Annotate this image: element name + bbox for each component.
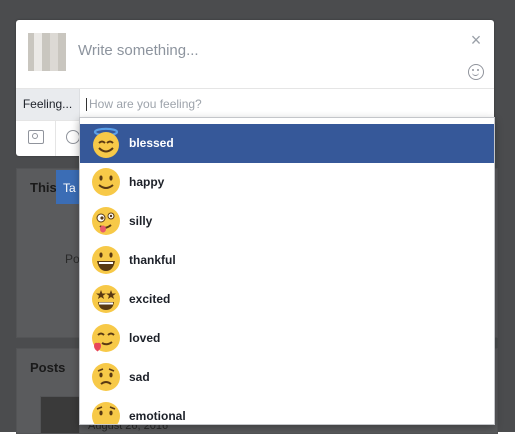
feeling-option-label: happy: [129, 175, 165, 189]
emoji-icon[interactable]: [66, 130, 80, 144]
text-cursor: [86, 98, 87, 112]
posts-heading: Posts: [30, 360, 66, 375]
post-avatar: [40, 396, 80, 434]
feeling-search-placeholder: How are you feeling?: [89, 97, 202, 111]
composer-text-input[interactable]: Write something...: [78, 42, 199, 59]
sad-emoji-icon: [92, 363, 120, 391]
excited-emoji-icon: [92, 285, 120, 313]
blessed-emoji-icon: [93, 127, 119, 158]
feeling-option-excited[interactable]: excited: [80, 280, 494, 319]
feeling-dropdown: blessed happy silly thankful excited lov…: [79, 117, 495, 425]
feeling-option-silly[interactable]: silly: [80, 202, 494, 241]
feeling-option-label: excited: [129, 292, 171, 306]
feeling-option-sad[interactable]: sad: [80, 358, 494, 397]
feeling-option-emotional[interactable]: emotional: [80, 397, 494, 424]
emotional-emoji-icon: [92, 402, 120, 424]
background-section-heading: This: [30, 180, 57, 195]
feeling-option-label: thankful: [129, 253, 176, 267]
feeling-option-label: sad: [129, 370, 150, 384]
background-blue-button-label: Ta: [63, 181, 76, 195]
feeling-option-blessed[interactable]: blessed: [80, 124, 494, 163]
feeling-option-label: emotional: [129, 409, 186, 423]
happy-emoji-icon: [92, 168, 120, 196]
loved-emoji-icon: [92, 324, 120, 352]
background-partial-text: Po: [65, 252, 80, 266]
close-icon[interactable]: ×: [468, 31, 484, 49]
silly-emoji-icon: [92, 207, 120, 235]
feeling-option-happy[interactable]: happy: [80, 163, 494, 202]
feeling-option-label: blessed: [129, 136, 174, 150]
avatar: [28, 33, 66, 71]
feeling-option-loved[interactable]: loved: [80, 319, 494, 358]
feeling-option-label: loved: [129, 331, 161, 345]
divider: [55, 120, 56, 156]
feeling-search-input[interactable]: How are you feeling?: [86, 89, 202, 120]
feeling-option-label: silly: [129, 214, 153, 228]
feeling-option-thankful[interactable]: thankful: [80, 241, 494, 280]
camera-icon[interactable]: [28, 130, 44, 144]
smiley-icon[interactable]: [468, 64, 484, 80]
feeling-label[interactable]: Feeling...: [16, 89, 80, 120]
thankful-emoji-icon: [92, 246, 120, 274]
